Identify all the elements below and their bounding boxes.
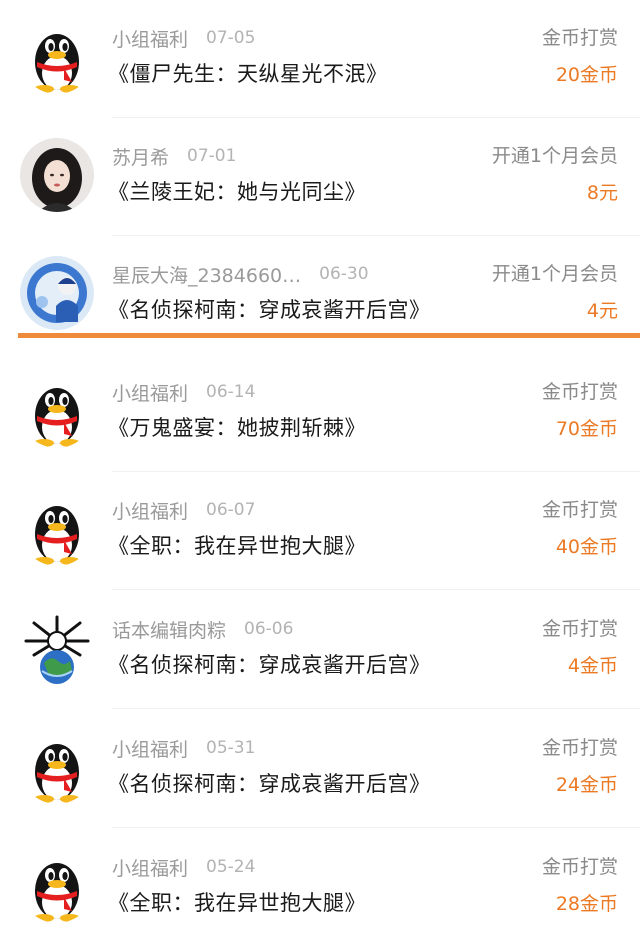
reward-amount: 40金币 <box>555 536 618 558</box>
reward-amount: 8元 <box>586 182 618 204</box>
list-item[interactable]: 话本编辑肉粽 06-06 金币打赏 《名侦探柯南：穿成哀酱开后宫》 4金币 <box>0 591 640 709</box>
book-title: 《名侦探柯南：穿成哀酱开后宫》 <box>108 298 431 322</box>
divider <box>112 589 640 590</box>
record-date: 07-05 <box>206 28 256 48</box>
list-item[interactable]: 小组福利 07-05 金币打赏 《僵尸先生：天纵星光不泯》 20金币 <box>0 0 640 118</box>
book-title: 《兰陵王妃：她与光同尘》 <box>108 180 366 204</box>
book-title: 《名侦探柯南：穿成哀酱开后宫》 <box>108 653 431 677</box>
reward-amount: 4金币 <box>567 655 618 677</box>
reward-amount: 70金币 <box>555 418 618 440</box>
record-date: 06-14 <box>206 382 256 402</box>
reward-amount: 28金币 <box>555 893 618 915</box>
book-title: 《全职：我在异世抱大腿》 <box>108 534 366 558</box>
earth-skulls-avatar <box>20 611 94 685</box>
book-title: 《全职：我在异世抱大腿》 <box>108 891 366 915</box>
reward-type: 金币打赏 <box>541 856 618 878</box>
divider <box>112 827 640 828</box>
record-date: 07-01 <box>187 146 237 166</box>
qq-penguin-icon <box>20 492 94 566</box>
sender-name: 苏月希 <box>112 146 170 169</box>
qq-penguin-icon <box>20 730 94 804</box>
reward-amount: 24金币 <box>555 774 618 796</box>
book-title: 《万鬼盛宴：她披荆斩棘》 <box>108 416 366 440</box>
reward-type: 开通1个月会员 <box>491 263 618 285</box>
record-date: 06-30 <box>319 264 369 284</box>
record-date: 05-31 <box>206 738 256 758</box>
qq-penguin-icon <box>20 849 94 923</box>
reward-type: 金币打赏 <box>541 737 618 759</box>
list-item[interactable]: 小组福利 06-07 金币打赏 《全职：我在异世抱大腿》 40金币 <box>0 472 640 590</box>
record-date: 06-06 <box>244 619 294 639</box>
book-title: 《僵尸先生：天纵星光不泯》 <box>108 62 388 86</box>
sender-name: 小组福利 <box>112 857 189 880</box>
list-item[interactable]: 苏月希 07-01 开通1个月会员 《兰陵王妃：她与光同尘》 8元 <box>0 118 640 236</box>
qq-penguin-icon <box>20 20 94 94</box>
girl-portrait-avatar <box>20 138 94 212</box>
list-item[interactable]: 小组福利 06-14 金币打赏 《万鬼盛宴：她披荆斩棘》 70金币 <box>0 354 640 472</box>
list-item[interactable]: 小组福利 05-24 金币打赏 《全职：我在异世抱大腿》 28金币 <box>0 829 640 947</box>
reward-type: 金币打赏 <box>541 618 618 640</box>
reward-amount: 20金币 <box>555 64 618 86</box>
reward-amount: 4元 <box>586 300 618 322</box>
anime-character-avatar <box>20 256 94 330</box>
reward-type: 金币打赏 <box>541 27 618 49</box>
qq-penguin-icon <box>20 374 94 448</box>
record-date: 06-07 <box>206 500 256 520</box>
reward-record-list: 小组福利 07-05 金币打赏 《僵尸先生：天纵星光不泯》 20金币 苏月希 07-… <box>0 0 640 923</box>
sender-name: 话本编辑肉粽 <box>112 619 227 642</box>
reward-type: 金币打赏 <box>541 381 618 403</box>
reward-type: 开通1个月会员 <box>491 145 618 167</box>
sender-name: 小组福利 <box>112 382 189 405</box>
sender-name: 小组福利 <box>112 738 189 761</box>
list-item[interactable]: 小组福利 05-31 金币打赏 《名侦探柯南：穿成哀酱开后宫》 24金币 <box>0 710 640 828</box>
divider <box>112 708 640 709</box>
book-title: 《名侦探柯南：穿成哀酱开后宫》 <box>108 772 431 796</box>
sender-name: 小组福利 <box>112 28 189 51</box>
reward-type: 金币打赏 <box>541 499 618 521</box>
sender-name: 星辰大海_2384660… <box>112 264 302 287</box>
sender-name: 小组福利 <box>112 500 189 523</box>
record-date: 05-24 <box>206 857 256 877</box>
highlight-underline <box>18 333 640 338</box>
